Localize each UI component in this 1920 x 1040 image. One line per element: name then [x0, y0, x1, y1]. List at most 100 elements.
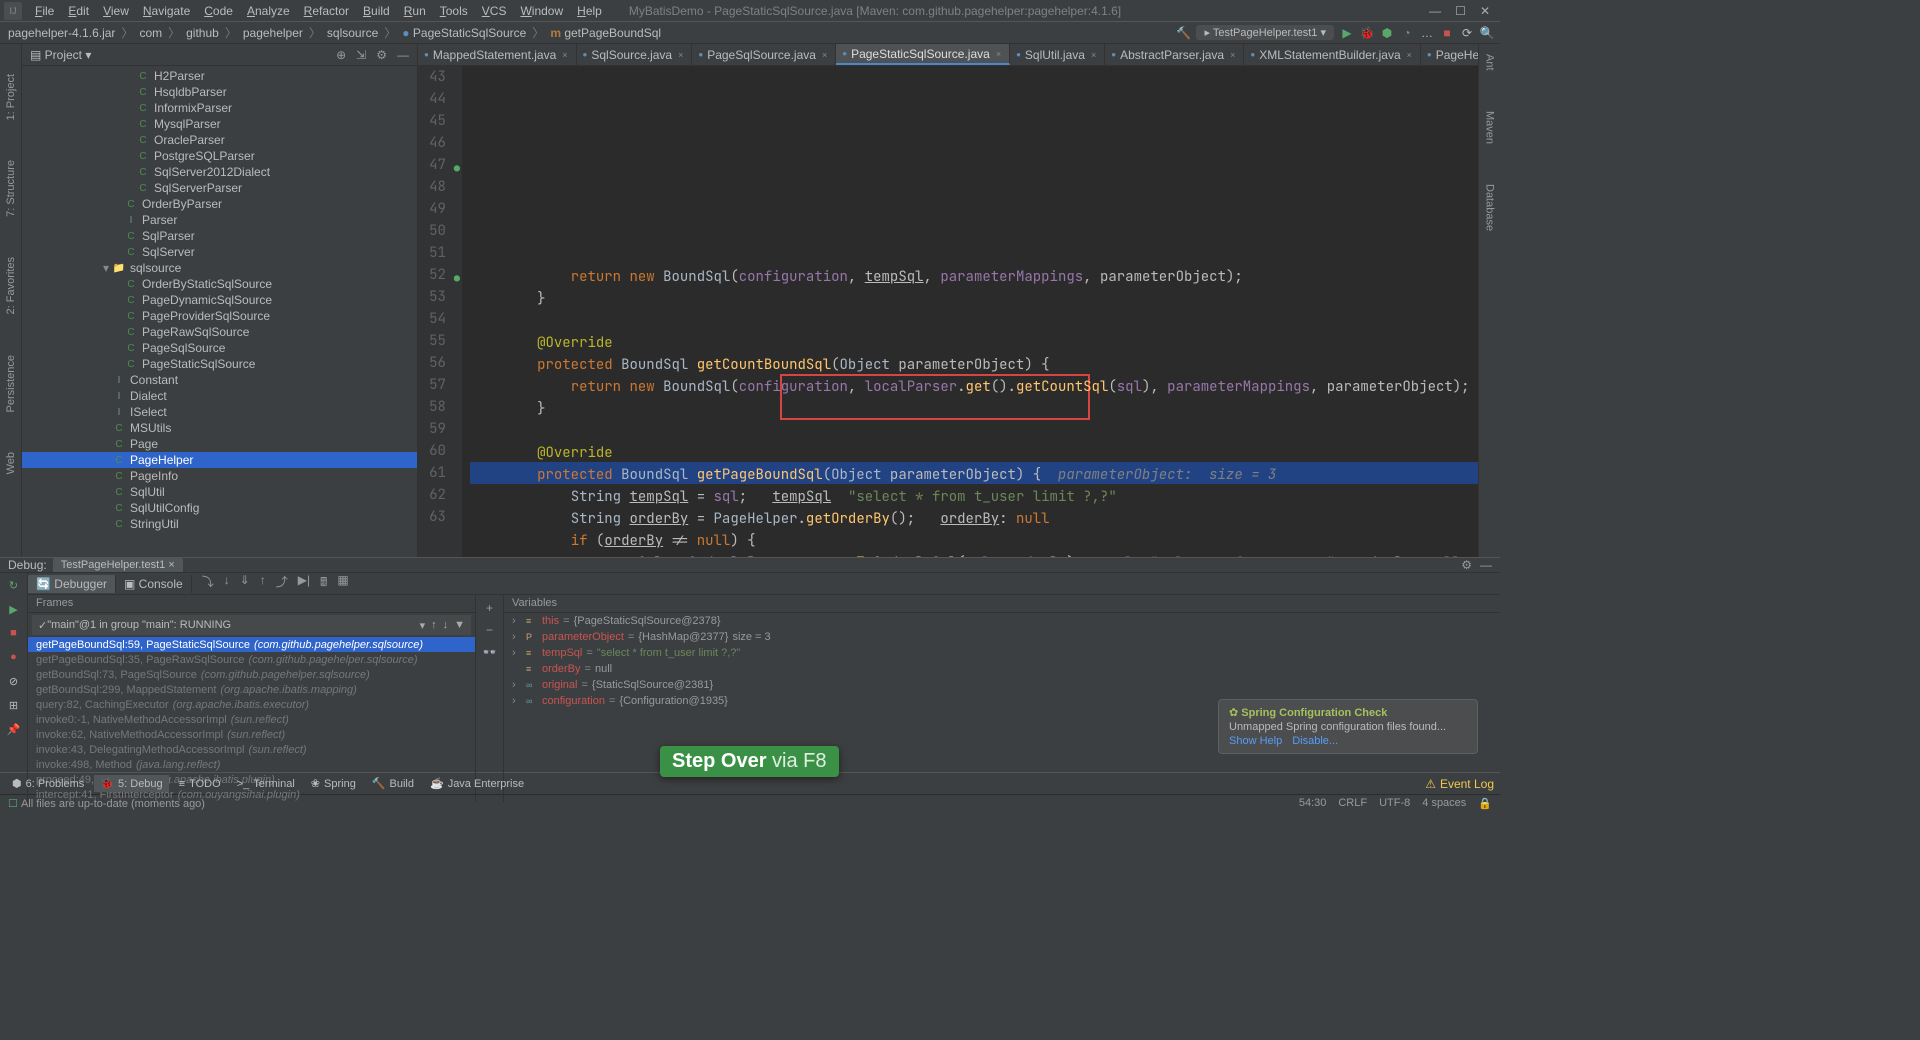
locate-icon[interactable]: ⊕: [336, 48, 346, 62]
profile-icon[interactable]: ◔: [1400, 26, 1414, 40]
settings-icon[interactable]: ⚙: [376, 48, 387, 62]
notif-disable-link[interactable]: Disable...: [1292, 735, 1338, 747]
tree-item[interactable]: IParser: [22, 212, 417, 228]
menu-refactor[interactable]: Refactor: [297, 2, 356, 20]
variable-row[interactable]: ›∞original = {StaticSqlSource@2381}: [504, 677, 1500, 693]
thread-select[interactable]: ✓ "main"@1 in group "main": RUNNING ▾↑↓▼: [32, 615, 471, 635]
step-into-icon[interactable]: ↓: [224, 573, 230, 594]
prev-frame-icon[interactable]: ↑: [431, 619, 437, 632]
tree-item[interactable]: CPageStaticSqlSource: [22, 356, 417, 372]
tree-item[interactable]: CPageInfo: [22, 468, 417, 484]
minimize-icon[interactable]: —: [1429, 4, 1441, 18]
toolstrip-button[interactable]: ≡TODO: [173, 776, 227, 792]
hide-icon[interactable]: —: [397, 48, 409, 62]
layout-icon[interactable]: ⊞: [6, 697, 22, 713]
rail-maven[interactable]: Maven: [1484, 111, 1496, 144]
crumb-pkg[interactable]: sqlsource: [325, 26, 380, 40]
debugger-tab[interactable]: 🔄 Debugger: [28, 575, 116, 593]
editor-tab[interactable]: AbstractParser.java×: [1105, 44, 1244, 65]
trace-icon[interactable]: ▦: [337, 573, 348, 594]
tree-item[interactable]: CPageProviderSqlSource: [22, 308, 417, 324]
tree-item[interactable]: IISelect: [22, 404, 417, 420]
stop-icon[interactable]: ■: [1440, 26, 1454, 40]
indent[interactable]: 4 spaces: [1422, 797, 1466, 810]
update-icon[interactable]: ⟳: [1460, 26, 1474, 40]
tree-item[interactable]: CMSUtils: [22, 420, 417, 436]
line-ending[interactable]: CRLF: [1338, 797, 1367, 810]
project-tree[interactable]: CH2ParserCHsqldbParserCInformixParserCMy…: [22, 66, 417, 557]
crumb-pkg[interactable]: pagehelper: [241, 26, 305, 40]
stack-frame[interactable]: invoke0:-1, NativeMethodAccessorImpl(sun…: [28, 712, 475, 727]
next-frame-icon[interactable]: ↓: [443, 619, 449, 632]
rerun-icon[interactable]: ↻: [6, 577, 22, 593]
rail-database[interactable]: Database: [1484, 184, 1496, 231]
tree-item[interactable]: IDialect: [22, 388, 417, 404]
menu-edit[interactable]: Edit: [61, 2, 96, 20]
menu-code[interactable]: Code: [197, 2, 240, 20]
stop-debug-icon[interactable]: ■: [6, 625, 22, 641]
tree-item[interactable]: CSqlServer: [22, 244, 417, 260]
rail-project[interactable]: 1: Project: [5, 74, 17, 120]
gutter[interactable]: 43444546●4748495051●52535455565758596061…: [418, 66, 462, 557]
search-icon[interactable]: 🔍: [1480, 26, 1494, 40]
pin-icon[interactable]: 📌: [6, 721, 22, 737]
editor-tab[interactable]: SqlUtil.java×: [1010, 44, 1105, 65]
tree-item[interactable]: COrderByStaticSqlSource: [22, 276, 417, 292]
tree-item[interactable]: CInformixParser: [22, 100, 417, 116]
tree-item[interactable]: CMysqlParser: [22, 116, 417, 132]
coverage-icon[interactable]: ⬢: [1380, 26, 1394, 40]
tree-item[interactable]: CSqlUtil: [22, 484, 417, 500]
tree-item[interactable]: CSqlUtilConfig: [22, 500, 417, 516]
editor-tab[interactable]: PageHelper.java×: [1421, 44, 1478, 65]
caret-position[interactable]: 54:30: [1299, 797, 1327, 810]
force-step-icon[interactable]: ⇓: [240, 573, 250, 594]
tree-item[interactable]: CStringUtil: [22, 516, 417, 532]
toolstrip-button[interactable]: ⬢6: Problems: [6, 775, 90, 792]
lock-icon[interactable]: 🔒: [1478, 797, 1492, 810]
tree-item[interactable]: CSqlParser: [22, 228, 417, 244]
menu-file[interactable]: File: [28, 2, 61, 20]
variable-row[interactable]: ›PparameterObject = {HashMap@2377} size …: [504, 629, 1500, 645]
editor-tab[interactable]: MappedStatement.java×: [418, 44, 577, 65]
stack-frame[interactable]: getBoundSql:73, PageSqlSource(com.github…: [28, 667, 475, 682]
run-cursor-icon[interactable]: ▶|: [298, 573, 310, 594]
notification[interactable]: ✿ Spring Configuration Check Unmapped Sp…: [1218, 699, 1478, 754]
tree-item[interactable]: CSqlServerParser: [22, 180, 417, 196]
rail-persistence[interactable]: Persistence: [5, 355, 17, 412]
breakpoints-icon[interactable]: ●: [6, 649, 22, 665]
toolstrip-button[interactable]: 🔨Build: [366, 775, 420, 792]
step-over-icon[interactable]: ⤵: [202, 573, 214, 594]
toolstrip-button[interactable]: ☕Java Enterprise: [424, 775, 530, 792]
add-watch-icon[interactable]: +: [486, 601, 493, 615]
project-view-select[interactable]: ▤ Project ▾: [30, 48, 91, 62]
console-tab[interactable]: ▣ Console: [116, 575, 192, 593]
tree-item[interactable]: CPageHelper: [22, 452, 417, 468]
tree-item[interactable]: ▾📁sqlsource: [22, 260, 417, 276]
menu-build[interactable]: Build: [356, 2, 397, 20]
tree-item[interactable]: CPostgreSQLParser: [22, 148, 417, 164]
editor-tab[interactable]: XMLStatementBuilder.java×: [1244, 44, 1421, 65]
collapse-icon[interactable]: ⇲: [356, 48, 366, 62]
editor-tab[interactable]: PageSqlSource.java×: [692, 44, 836, 65]
tree-item[interactable]: CPageRawSqlSource: [22, 324, 417, 340]
encoding[interactable]: UTF-8: [1379, 797, 1410, 810]
stack-frame[interactable]: invoke:498, Method(java.lang.reflect): [28, 757, 475, 772]
gear-icon[interactable]: ⚙: [1461, 558, 1472, 572]
crumb-pkg[interactable]: github: [184, 26, 221, 40]
crumb-pkg[interactable]: com: [137, 26, 164, 40]
rail-favorites[interactable]: 2: Favorites: [5, 257, 17, 314]
stack-frame[interactable]: query:82, CachingExecutor(org.apache.iba…: [28, 697, 475, 712]
tree-item[interactable]: CHsqldbParser: [22, 84, 417, 100]
menu-run[interactable]: Run: [397, 2, 433, 20]
tree-item[interactable]: CPage: [22, 436, 417, 452]
remove-watch-icon[interactable]: −: [486, 623, 493, 637]
evaluate-icon[interactable]: 🖩: [320, 573, 327, 594]
crumb-class[interactable]: PageStaticSqlSource: [400, 26, 528, 40]
notif-help-link[interactable]: Show Help: [1229, 735, 1282, 747]
tree-item[interactable]: CPageDynamicSqlSource: [22, 292, 417, 308]
stack-frame[interactable]: getPageBoundSql:59, PageStaticSqlSource(…: [28, 637, 475, 652]
debug-icon[interactable]: 🐞: [1360, 26, 1374, 40]
toolstrip-button[interactable]: ❀Spring: [305, 775, 362, 792]
step-out-icon[interactable]: ↑: [260, 573, 266, 594]
variable-row[interactable]: ›≡tempSql = "select * from t_user limit …: [504, 645, 1500, 661]
